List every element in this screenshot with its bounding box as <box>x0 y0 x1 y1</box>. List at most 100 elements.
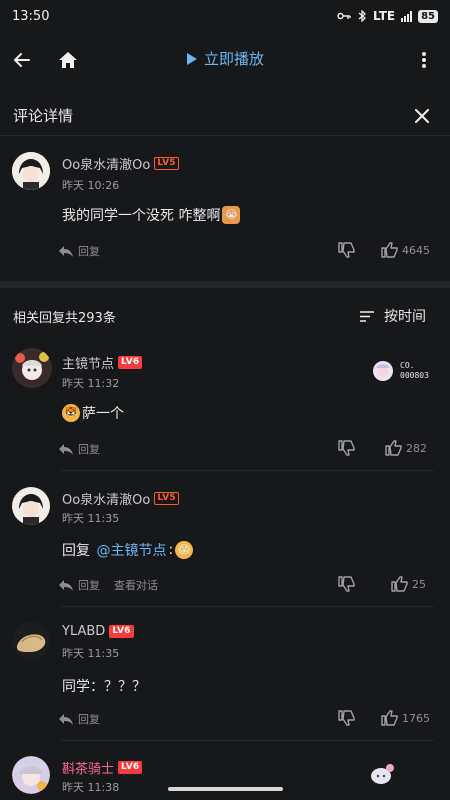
reply-count: 相关回复共293条 <box>13 310 116 326</box>
home-button[interactable] <box>52 44 84 76</box>
level-badge: LV5 <box>154 157 179 170</box>
avatar[interactable] <box>12 487 50 525</box>
reply-content: 🐯 萨一个 <box>62 403 124 423</box>
divider <box>60 606 434 607</box>
fan-badge-line2: 000803 <box>400 371 429 380</box>
reply-actions: 回复 查看对话 <box>58 577 158 593</box>
dislike-button[interactable] <box>338 710 355 726</box>
reply-username[interactable]: YLABD LV6 <box>62 624 134 639</box>
comment-time: 昨天 10:26 <box>62 179 120 192</box>
like-count: 1765 <box>402 711 430 725</box>
play-now-button[interactable]: 立即播放 <box>186 48 264 69</box>
more-button[interactable] <box>408 44 440 76</box>
avatar[interactable] <box>12 756 50 794</box>
vote-actions: 4645 <box>338 242 430 258</box>
reply-username[interactable]: 斟茶骑士 LV6 <box>62 758 143 777</box>
play-icon <box>187 52 197 65</box>
reply-content: 同学：？？？ <box>62 676 146 696</box>
like-count: 25 <box>412 577 426 591</box>
level-badge: LV5 <box>154 492 179 505</box>
reply-prefix: 回复 <box>62 543 95 559</box>
shocked-emoji-icon: 😱 <box>175 541 194 559</box>
detail-title: 评论详情 <box>13 107 74 125</box>
back-arrow-icon <box>14 53 30 67</box>
reply-time: 昨天 11:35 <box>62 647 120 660</box>
sort-icon <box>360 310 374 322</box>
reply-time: 昨天 11:35 <box>62 512 120 525</box>
username-text: 主镜节点 <box>62 357 115 372</box>
vote-actions: 1765 <box>338 710 430 726</box>
divider <box>60 740 434 741</box>
username-text: YLABD <box>62 624 106 639</box>
back-button[interactable] <box>6 44 38 76</box>
reply-icon <box>59 713 73 725</box>
comment-username[interactable]: Oo泉水清澈Oo LV5 <box>62 154 179 173</box>
network-label: LTE <box>373 9 396 23</box>
level-badge: LV6 <box>118 356 143 369</box>
reply-actions: 回复 <box>58 441 100 457</box>
username-text: Oo泉水清澈Oo <box>62 493 151 508</box>
like-button[interactable]: 282 <box>385 440 427 456</box>
reply-text: 萨一个 <box>82 406 124 422</box>
reply-text: 同学：？？？ <box>62 679 146 695</box>
reply-username[interactable]: 主镜节点 LV6 <box>62 353 143 372</box>
detail-header: 评论详情 <box>0 96 450 136</box>
comment-actions: 回复 <box>58 243 100 259</box>
mention-link[interactable]: @主镜节点 <box>96 540 166 560</box>
decoration-pendant-icon <box>371 764 394 784</box>
like-button[interactable]: 25 <box>391 576 426 592</box>
view-conversation-button[interactable]: 查看对话 <box>114 577 158 593</box>
reply-icon <box>59 443 73 455</box>
status-icons: LTE 85 <box>337 9 438 23</box>
thumbs-up-icon <box>381 242 398 258</box>
dislike-button[interactable] <box>338 242 355 258</box>
avatar[interactable] <box>12 348 52 388</box>
comment-content: 我的同学一个没死 咋整啊 😭 <box>62 205 241 225</box>
sort-button[interactable]: 按时间 <box>360 306 426 326</box>
like-count: 282 <box>406 441 427 455</box>
avatar-image <box>12 756 50 794</box>
level-badge: LV6 <box>109 625 134 638</box>
close-button[interactable] <box>406 100 438 132</box>
reply-label: 回复 <box>78 579 100 592</box>
avatar-image <box>12 487 50 525</box>
avatar-image <box>12 152 50 190</box>
reply-label: 回复 <box>78 245 100 258</box>
dislike-button[interactable] <box>338 576 355 592</box>
reply-label: 回复 <box>78 713 100 726</box>
avatar[interactable] <box>12 622 50 660</box>
reply-time: 昨天 11:32 <box>62 377 120 390</box>
like-button[interactable]: 1765 <box>381 710 430 726</box>
bluetooth-icon <box>358 10 366 22</box>
home-indicator[interactable] <box>168 787 283 791</box>
avatar[interactable] <box>12 152 50 190</box>
avatar-image <box>12 622 50 660</box>
username-text: 斟茶骑士 <box>62 762 115 777</box>
key-icon <box>337 12 351 20</box>
reply-suffix: : <box>168 542 174 558</box>
fan-badge[interactable]: CO. 000803 <box>372 360 429 382</box>
thumbs-down-icon <box>338 242 355 258</box>
sort-label: 按时间 <box>384 309 426 325</box>
more-vertical-icon <box>422 52 426 68</box>
vote-actions: 282 <box>338 440 427 456</box>
status-bar: 13:50 LTE 85 <box>0 0 450 32</box>
comment-text: 我的同学一个没死 咋整啊 <box>62 208 221 224</box>
reply-button[interactable]: 回复 <box>58 243 100 259</box>
reply-label: 回复 <box>78 443 100 456</box>
thumbs-up-icon <box>381 710 398 726</box>
dislike-button[interactable] <box>338 440 355 456</box>
fan-badge-icon <box>373 361 393 381</box>
reply-button[interactable]: 回复 <box>58 577 100 593</box>
reply-username[interactable]: Oo泉水清澈Oo LV5 <box>62 489 179 508</box>
fan-badge-line1: CO. <box>400 361 415 370</box>
signal-icon <box>401 10 413 22</box>
thumbs-down-icon <box>338 576 355 592</box>
reply-button[interactable]: 回复 <box>58 711 100 727</box>
divider <box>60 470 434 471</box>
reply-content: 回复 @主镜节点 : 😱 <box>62 540 194 560</box>
like-button[interactable]: 4645 <box>381 242 430 258</box>
replies-header: 相关回复共293条 按时间 <box>0 300 450 332</box>
reply-button[interactable]: 回复 <box>58 441 100 457</box>
thumbs-down-icon <box>338 440 355 456</box>
